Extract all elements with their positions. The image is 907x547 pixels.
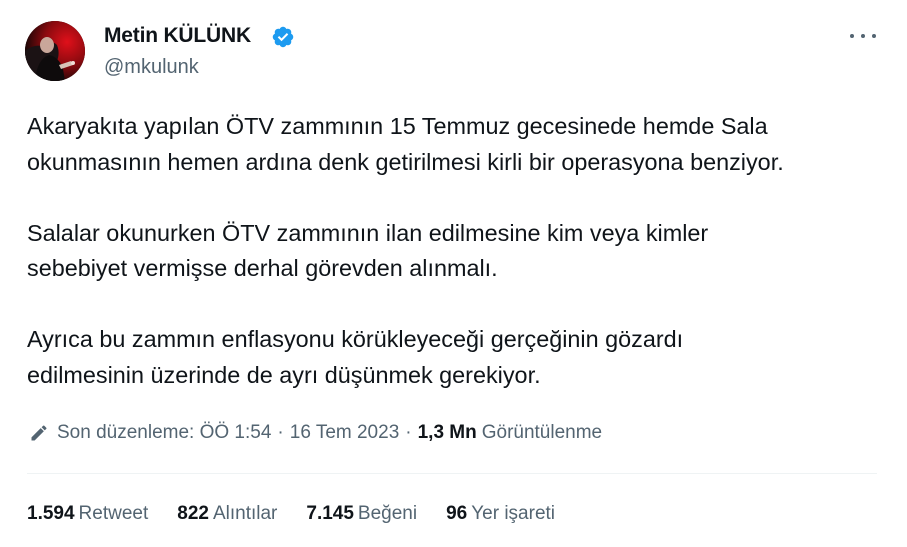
avatar[interactable] bbox=[25, 21, 85, 81]
tweet-meta: Son düzenleme: ÖÖ 1:54 · 16 Tem 2023 · 1… bbox=[29, 422, 602, 444]
tweet-paragraph: Akaryakıta yapılan ÖTV zammının 15 Temmu… bbox=[27, 113, 784, 175]
edited-timestamp[interactable]: Son düzenleme: ÖÖ 1:54 bbox=[57, 422, 271, 444]
tweet-card: Metin KÜLÜNK @mkulunk Akaryakıta yapılan… bbox=[0, 0, 907, 547]
more-horizontal-icon bbox=[861, 34, 865, 38]
bookmarks-stat[interactable]: 96 Yer işareti bbox=[446, 503, 555, 525]
tweet-paragraph: Ayrıca bu zammın enflasyonu körükleyeceğ… bbox=[27, 326, 684, 388]
pencil-icon bbox=[31, 425, 47, 441]
likes-stat[interactable]: 7.145 Beğeni bbox=[306, 503, 417, 525]
tweet-date[interactable]: 16 Tem 2023 bbox=[290, 422, 400, 444]
meta-separator: · bbox=[405, 422, 412, 443]
tweet-paragraph: Salalar okunurken ÖTV zammının ilan edil… bbox=[27, 219, 709, 282]
verified-badge-icon[interactable] bbox=[271, 25, 295, 49]
likes-label: Beğeni bbox=[357, 503, 418, 524]
tweet-text: Akaryakıta yapılan ÖTV zammının 15 Temmu… bbox=[27, 109, 892, 393]
more-options-button[interactable] bbox=[850, 26, 876, 46]
likes-count: 7.145 bbox=[306, 503, 354, 524]
divider bbox=[27, 473, 877, 474]
meta-separator: · bbox=[277, 422, 284, 443]
quotes-stat[interactable]: 822 Alıntılar bbox=[177, 503, 277, 525]
retweets-count: 1.594 bbox=[27, 503, 75, 524]
quotes-label: Alıntılar bbox=[212, 503, 278, 524]
quotes-count: 822 bbox=[177, 503, 209, 524]
more-horizontal-icon bbox=[850, 34, 854, 38]
views-label: Görüntülenme bbox=[481, 422, 603, 443]
bookmarks-label: Yer işareti bbox=[471, 503, 556, 524]
author-display-name[interactable]: Metin KÜLÜNK bbox=[104, 24, 251, 48]
engagement-stats: 1.594 Retweet 822 Alıntılar 7.145 Beğeni 96… bbox=[27, 503, 584, 525]
avatar-image bbox=[25, 21, 85, 81]
views-count: 1,3 Mn bbox=[417, 422, 477, 443]
retweets-label: Retweet bbox=[78, 503, 149, 524]
retweets-stat[interactable]: 1.594 Retweet bbox=[27, 503, 148, 525]
author-handle[interactable]: @mkulunk bbox=[104, 56, 199, 79]
bookmarks-count: 96 bbox=[446, 503, 468, 524]
more-horizontal-icon bbox=[872, 34, 876, 38]
